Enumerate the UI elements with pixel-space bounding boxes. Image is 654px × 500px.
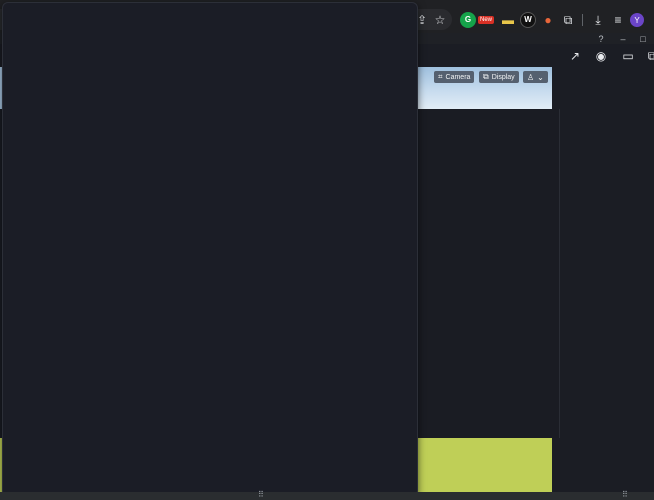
w-extension-letter: W: [524, 15, 532, 24]
fox-extension-icon[interactable]: ●: [540, 12, 556, 28]
toolbar-divider: [582, 14, 583, 26]
new-extension-icon[interactable]: New: [478, 12, 495, 28]
export-icon[interactable]: ↗: [568, 49, 582, 63]
camera-frame-icon: ⌗: [438, 72, 443, 81]
display-icon: ⧉: [483, 72, 489, 81]
camera-icon[interactable]: ◉: [594, 49, 608, 63]
new-badge: New: [478, 16, 495, 24]
profile-avatar[interactable]: Y: [630, 13, 644, 27]
camera-button-label: Camera: [445, 73, 471, 81]
camera-button[interactable]: ⌗ Camera: [434, 71, 475, 83]
playlist-icon[interactable]: ≡: [610, 12, 626, 28]
chevron-down-icon: ⌄: [537, 72, 544, 82]
display-button-label: Display: [491, 73, 515, 81]
overlay-window[interactable]: [2, 2, 418, 497]
copy-icon[interactable]: ⧉: [645, 49, 654, 63]
minimize-icon[interactable]: –: [616, 33, 630, 44]
resize-grip-left[interactable]: ⠿: [258, 491, 266, 499]
download-icon[interactable]: ⤓: [590, 12, 606, 28]
person-dropdown-button[interactable]: ♙ ⌄: [523, 71, 548, 83]
resize-grip-right[interactable]: ⠿: [622, 491, 630, 499]
w-extension-icon[interactable]: W: [520, 12, 536, 28]
avatar-initial: Y: [634, 15, 640, 25]
puzzle-icon[interactable]: ⧉: [560, 12, 576, 28]
folder-extension-icon[interactable]: ▬: [500, 12, 516, 28]
help-icon[interactable]: ?: [594, 33, 608, 44]
video-icon[interactable]: ▭: [621, 49, 635, 63]
display-button[interactable]: ⧉ Display: [479, 71, 519, 83]
grammarly-icon[interactable]: G: [460, 12, 476, 28]
star-icon[interactable]: ☆: [432, 12, 448, 28]
person-icon: ♙: [527, 72, 535, 82]
bottom-strip: [0, 492, 654, 500]
maximize-icon[interactable]: □: [636, 33, 650, 44]
